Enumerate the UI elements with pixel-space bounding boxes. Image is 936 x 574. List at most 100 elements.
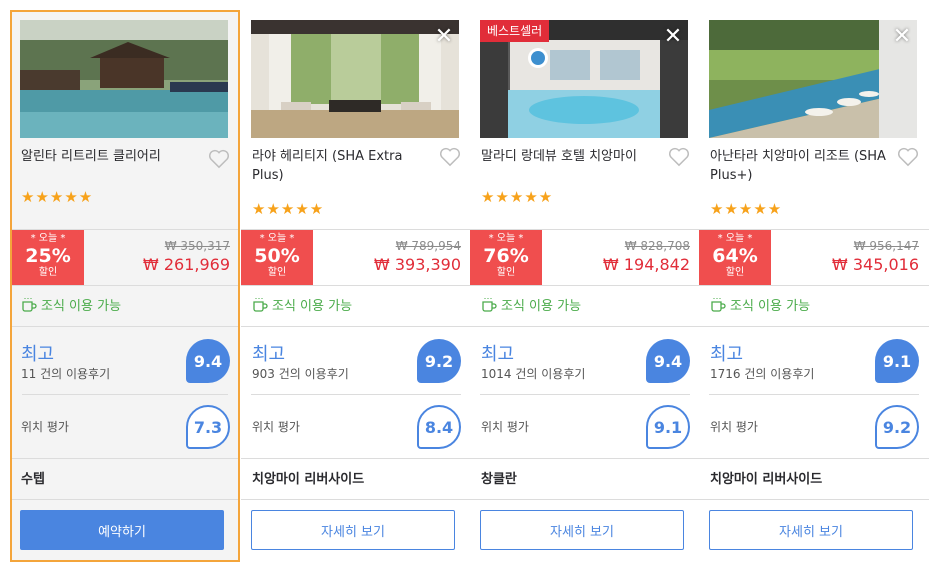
divider: [480, 394, 690, 395]
coffee-cup-icon: [482, 297, 497, 312]
location-score-badge: 7.3: [186, 405, 230, 449]
divider: [470, 326, 700, 327]
divider: [709, 394, 919, 395]
original-price: ₩ 789,954: [395, 239, 461, 253]
heart-icon[interactable]: [439, 147, 461, 167]
review-score-badge: 9.1: [875, 339, 919, 383]
bestseller-badge: 베스트셀러: [480, 20, 550, 42]
close-icon[interactable]: ✕: [891, 26, 913, 48]
district-name: 창클란: [481, 472, 517, 487]
price: ₩ 345,016: [831, 255, 919, 274]
breakfast-info: 조식 이용 가능: [481, 295, 581, 314]
divider: [470, 499, 700, 500]
star-rating: ★★★★★: [481, 188, 554, 206]
details-button[interactable]: 자세히 보기: [251, 510, 455, 550]
discount-label: 할인: [267, 267, 287, 278]
divider: [12, 458, 238, 459]
star-rating: ★★★★★: [252, 200, 325, 218]
divider: [12, 326, 238, 327]
hotel-name[interactable]: 알린타 리트리트 클리어리: [21, 147, 203, 166]
price: ₩ 393,390: [373, 255, 461, 274]
district-name: 치앙마이 리버사이드: [252, 472, 365, 487]
original-price: ₩ 956,147: [853, 239, 919, 253]
deal-today-label: * 오늘 *: [30, 233, 66, 244]
hotel-card[interactable]: ✕ 아난타라 치앙마이 리조트 (SHA Plus+) ★★★★★ * 오늘 *…: [699, 10, 929, 562]
star-rating: ★★★★★: [21, 188, 94, 206]
review-count[interactable]: 1716 건의 이용후기: [710, 365, 814, 382]
hotel-name[interactable]: 아난타라 치앙마이 리조트 (SHA Plus+): [710, 147, 892, 185]
divider: [12, 285, 238, 286]
breakfast-label: 조식 이용 가능: [272, 299, 353, 314]
location-rating-label: 위치 평가: [252, 420, 300, 434]
review-count[interactable]: 1014 건의 이용후기: [481, 365, 585, 382]
divider: [251, 394, 461, 395]
heart-icon[interactable]: [668, 147, 690, 167]
divider: [470, 458, 700, 459]
hotel-photo[interactable]: [709, 20, 917, 138]
star-rating: ★★★★★: [710, 200, 783, 218]
divider: [22, 394, 228, 395]
location-rating-label: 위치 평가: [481, 420, 529, 434]
close-icon[interactable]: ✕: [662, 26, 684, 48]
location-rating-label: 위치 평가: [21, 420, 69, 434]
hotel-card[interactable]: 알린타 리트리트 클리어리 ★★★★★ * 오늘 * 25% 할인 ₩ 350,…: [10, 10, 240, 562]
review-score-badge: 9.4: [186, 339, 230, 383]
district-name: 치앙마이 리버사이드: [710, 472, 823, 487]
book-button[interactable]: 예약하기: [20, 510, 224, 550]
coffee-cup-icon: [711, 297, 726, 312]
price: ₩ 261,969: [142, 255, 230, 274]
discount-badge: * 오늘 * 25% 할인: [12, 230, 84, 285]
location-score-badge: 9.2: [875, 405, 919, 449]
deal-today-label: * 오늘 *: [717, 233, 753, 244]
divider: [241, 285, 471, 286]
close-icon[interactable]: ✕: [433, 26, 455, 48]
breakfast-label: 조식 이용 가능: [730, 299, 811, 314]
district-name: 수텝: [21, 472, 45, 487]
discount-percent: 64%: [712, 245, 758, 267]
rating-word: 최고: [481, 344, 515, 365]
review-count[interactable]: 903 건의 이용후기: [252, 365, 349, 382]
review-count[interactable]: 11 건의 이용후기: [21, 365, 110, 382]
discount-badge: * 오늘 * 64% 할인: [699, 230, 771, 285]
location-score-badge: 9.1: [646, 405, 690, 449]
breakfast-label: 조식 이용 가능: [41, 299, 122, 314]
divider: [699, 285, 929, 286]
divider: [12, 499, 238, 500]
rating-word: 최고: [21, 344, 55, 365]
rating-word: 최고: [252, 344, 286, 365]
hotel-photo[interactable]: [251, 20, 459, 138]
discount-badge: * 오늘 * 50% 할인: [241, 230, 313, 285]
heart-icon[interactable]: [208, 149, 230, 169]
location-rating-label: 위치 평가: [710, 420, 758, 434]
hotel-name[interactable]: 말라디 랑데뷰 호텔 치앙마이: [481, 147, 663, 166]
hotel-card[interactable]: ✕ 라야 헤리티지 (SHA Extra Plus) ★★★★★ * 오늘 * …: [241, 10, 472, 562]
hotel-photo[interactable]: [20, 20, 228, 138]
details-button[interactable]: 자세히 보기: [480, 510, 684, 550]
original-price: ₩ 828,708: [624, 239, 690, 253]
deal-today-label: * 오늘 *: [488, 233, 524, 244]
discount-percent: 76%: [483, 245, 529, 267]
divider: [470, 285, 700, 286]
divider: [241, 326, 471, 327]
review-score-badge: 9.2: [417, 339, 461, 383]
discount-percent: 25%: [25, 245, 71, 267]
deal-today-label: * 오늘 *: [259, 233, 295, 244]
discount-percent: 50%: [254, 245, 300, 267]
coffee-cup-icon: [253, 297, 268, 312]
discount-label: 할인: [496, 267, 516, 278]
hotel-name[interactable]: 라야 헤리티지 (SHA Extra Plus): [252, 147, 434, 185]
hotel-card[interactable]: 베스트셀러 ✕ 말라디 랑데뷰 호텔 치앙마이 ★★★★★ * 오늘 * 76%…: [470, 10, 701, 562]
breakfast-info: 조식 이용 가능: [710, 295, 810, 314]
price: ₩ 194,842: [602, 255, 690, 274]
review-score-badge: 9.4: [646, 339, 690, 383]
divider: [699, 499, 929, 500]
details-button[interactable]: 자세히 보기: [709, 510, 913, 550]
divider: [241, 458, 471, 459]
location-score-badge: 8.4: [417, 405, 461, 449]
breakfast-label: 조식 이용 가능: [501, 299, 582, 314]
divider: [699, 458, 929, 459]
breakfast-info: 조식 이용 가능: [252, 295, 352, 314]
heart-icon[interactable]: [897, 147, 919, 167]
breakfast-info: 조식 이용 가능: [21, 295, 121, 314]
discount-label: 할인: [38, 267, 58, 278]
